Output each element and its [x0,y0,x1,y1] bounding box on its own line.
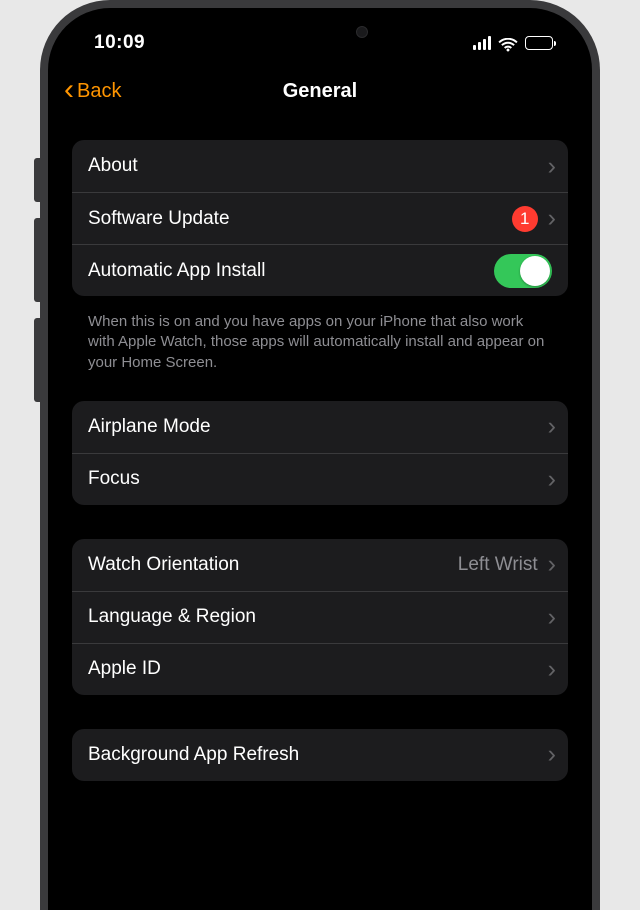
row-label: About [88,155,538,177]
back-button[interactable]: ‹ Back [64,77,121,105]
content: About › Software Update 1 › Automatic Ap… [54,116,586,781]
update-badge: 1 [512,206,538,232]
row-label: Background App Refresh [88,744,538,766]
group-footer: When this is on and you have apps on you… [72,304,568,401]
battery-icon [525,36,556,50]
chevron-right-icon: › [548,414,556,439]
row-label: Software Update [88,208,502,230]
settings-group-device: Watch Orientation Left Wrist › Language … [72,539,568,695]
row-auto-install: Automatic App Install [72,244,568,296]
chevron-right-icon: › [548,657,556,682]
row-watch-orientation[interactable]: Watch Orientation Left Wrist › [72,539,568,591]
row-detail: Left Wrist [458,554,538,576]
row-software-update[interactable]: Software Update 1 › [72,192,568,244]
camera-icon [356,26,368,38]
toggle-knob [520,256,550,286]
nav-bar: ‹ Back General [54,66,586,116]
phone-frame: 10:09 ‹ Back General Ab [40,0,600,910]
chevron-right-icon: › [548,467,556,492]
auto-install-toggle[interactable] [494,254,552,288]
row-label: Automatic App Install [88,260,484,282]
row-label: Language & Region [88,606,538,628]
row-focus[interactable]: Focus › [72,453,568,505]
row-airplane-mode[interactable]: Airplane Mode › [72,401,568,453]
row-label: Focus [88,468,538,490]
row-about[interactable]: About › [72,140,568,192]
cellular-icon [473,36,491,50]
row-language-region[interactable]: Language & Region › [72,591,568,643]
notch [222,14,418,50]
chevron-left-icon: ‹ [64,75,74,105]
settings-group-modes: Airplane Mode › Focus › [72,401,568,505]
status-time: 10:09 [94,32,145,54]
chevron-right-icon: › [548,552,556,577]
row-label: Airplane Mode [88,416,538,438]
chevron-right-icon: › [548,206,556,231]
settings-group-general: About › Software Update 1 › Automatic Ap… [72,140,568,296]
page-title: General [54,80,586,103]
row-background-app-refresh[interactable]: Background App Refresh › [72,729,568,781]
chevron-right-icon: › [548,154,556,179]
row-apple-id[interactable]: Apple ID › [72,643,568,695]
chevron-right-icon: › [548,742,556,767]
settings-group-background: Background App Refresh › [72,729,568,781]
screen: 10:09 ‹ Back General Ab [54,14,586,910]
row-label: Watch Orientation [88,554,448,576]
wifi-icon [498,36,518,50]
chevron-right-icon: › [548,605,556,630]
row-label: Apple ID [88,658,538,680]
back-label: Back [77,80,121,103]
